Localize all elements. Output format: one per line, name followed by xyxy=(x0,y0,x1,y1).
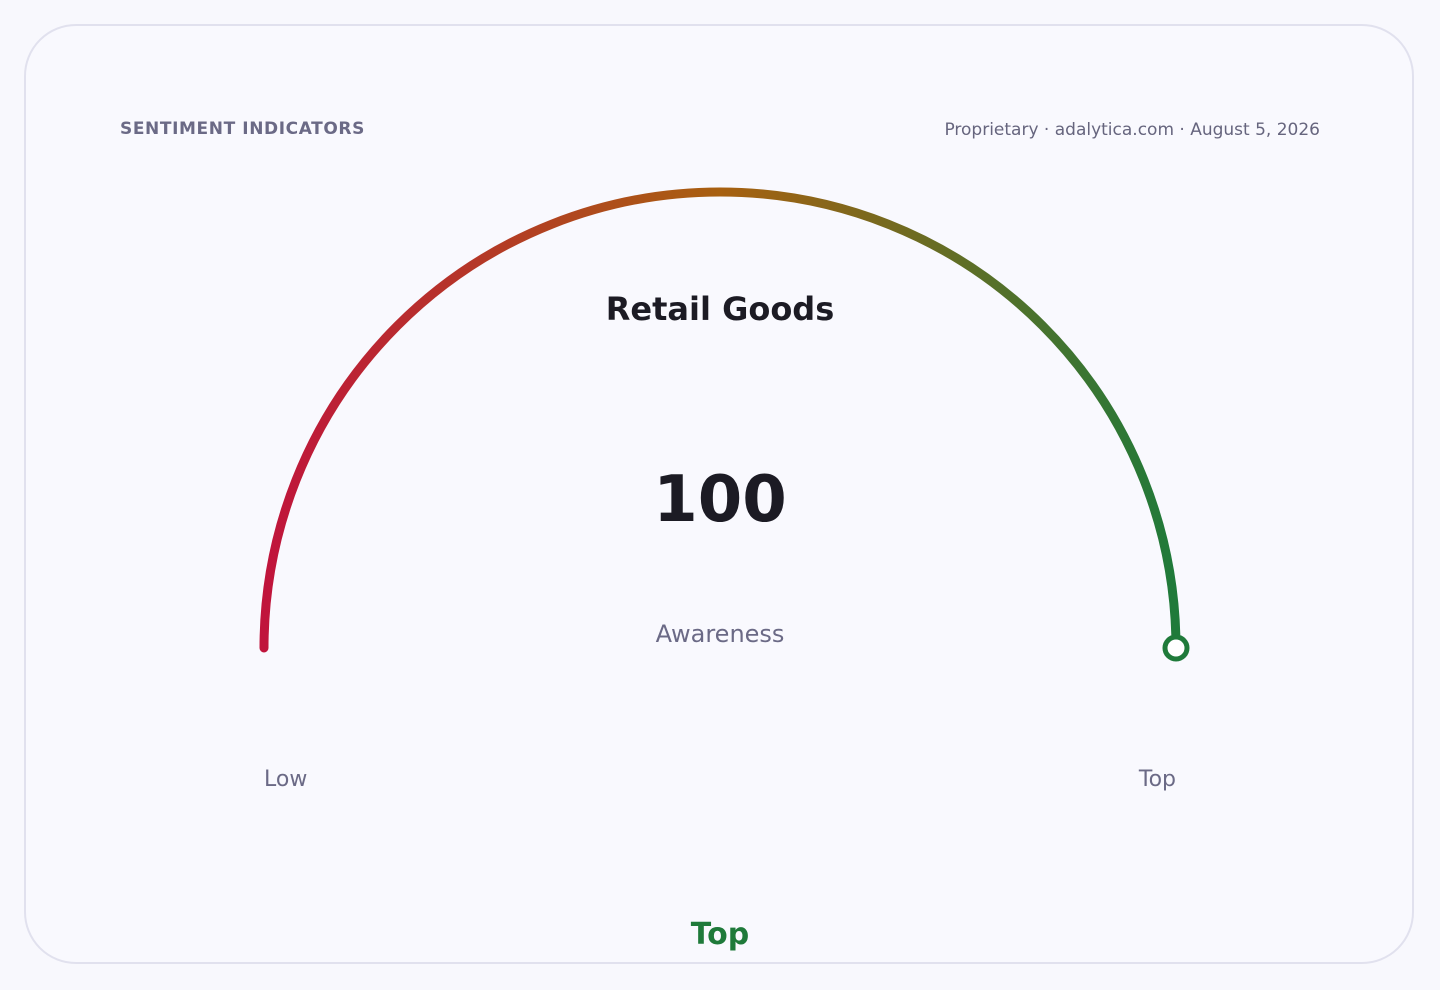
gauge-metric-label: Awareness xyxy=(656,620,785,648)
gauge-chart: Retail Goods 100 Awareness Low Top Top xyxy=(259,187,1190,952)
gauge-value-marker xyxy=(1162,634,1190,662)
gauge-min-label: Low xyxy=(264,767,307,792)
gauge-title: Retail Goods xyxy=(606,290,835,328)
gauge-band-label: Top xyxy=(691,917,750,952)
gauge-arc xyxy=(259,187,1181,653)
gauge-max-label: Top xyxy=(1138,767,1176,792)
gauge-value: 100 xyxy=(653,463,787,537)
